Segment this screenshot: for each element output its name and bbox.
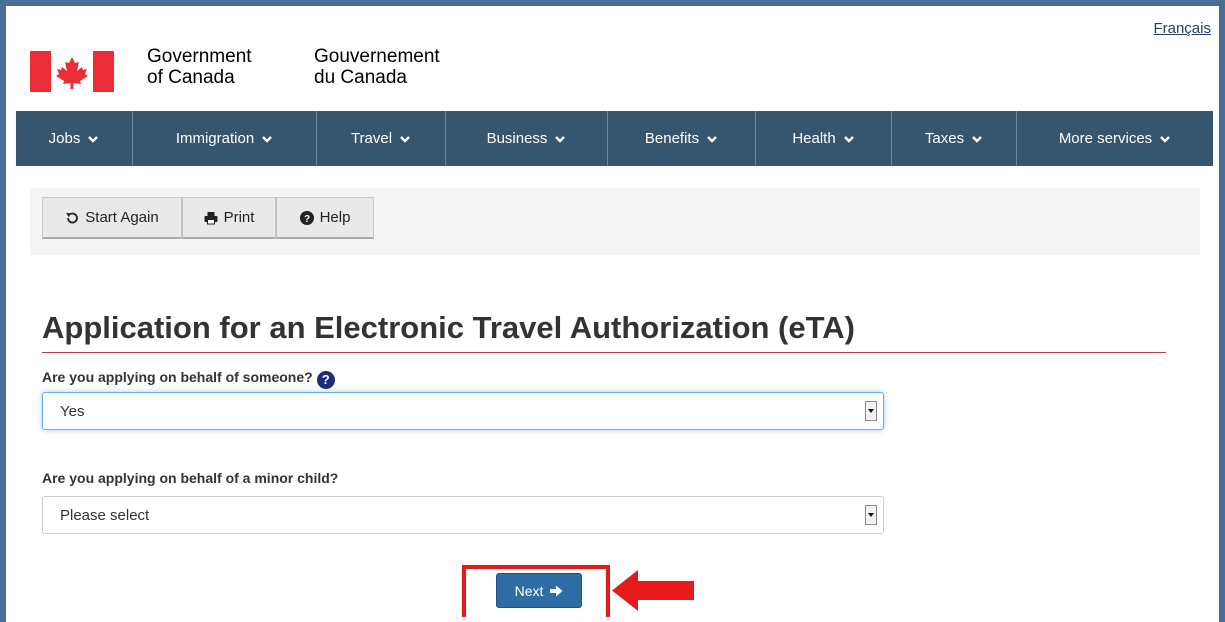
chevron-down-icon [843, 135, 854, 143]
print-button[interactable]: Print [182, 197, 276, 239]
nav-label: Immigration [175, 130, 255, 147]
start-again-button[interactable]: Start Again [42, 197, 182, 239]
nav-label: Travel [350, 130, 393, 147]
chevron-down-icon [88, 135, 99, 143]
canada-flag-logo [30, 51, 114, 92]
help-button[interactable]: ? Help [276, 197, 374, 239]
nav-item-taxes[interactable]: Taxes [892, 111, 1017, 166]
next-button[interactable]: Next [496, 573, 582, 608]
nav-label: Taxes [924, 130, 965, 147]
gov-en-line1: Government [147, 46, 252, 67]
nav-item-travel[interactable]: Travel [317, 111, 446, 166]
minor-child-label: Are you applying on behalf of a minor ch… [42, 470, 339, 486]
minor-child-value: Please select [60, 506, 150, 524]
nav-item-health[interactable]: Health [756, 111, 892, 166]
government-of-canada-wordmark-en: Government of Canada [147, 46, 252, 88]
applying-on-behalf-select[interactable]: Yes [42, 392, 884, 430]
gov-en-line2: of Canada [147, 67, 235, 88]
svg-text:?: ? [304, 214, 310, 225]
refresh-icon [66, 212, 79, 223]
arrow-right-icon [550, 585, 563, 596]
toolbar-button-group: Start Again Print ? Help [42, 197, 374, 239]
next-label: Next [514, 582, 544, 599]
chevron-down-icon [707, 135, 717, 143]
dropdown-arrow-icon[interactable] [865, 505, 877, 525]
chevron-down-icon [972, 135, 982, 143]
gov-fr-line2: du Canada [314, 67, 407, 88]
nav-label: Business [486, 130, 548, 147]
start-again-label: Start Again [85, 209, 159, 226]
title-underline-divider [42, 352, 1166, 353]
applying-on-behalf-value: Yes [60, 402, 85, 420]
language-toggle-link[interactable]: Français [1153, 20, 1211, 37]
minor-child-select[interactable]: Please select [42, 496, 884, 534]
chevron-down-icon [1160, 135, 1171, 143]
page-title: Application for an Electronic Travel Aut… [42, 310, 855, 345]
question-circle-icon: ? [299, 210, 314, 225]
government-of-canada-wordmark-fr: Gouvernement du Canada [314, 46, 440, 88]
help-tooltip-icon[interactable]: ? [316, 371, 335, 389]
chevron-down-icon [262, 135, 273, 143]
nav-item-business[interactable]: Business [446, 111, 608, 166]
gov-fr-line1: Gouvernement [314, 46, 440, 67]
nav-item-benefits[interactable]: Benefits [608, 111, 756, 166]
chevron-down-icon [555, 135, 566, 143]
main-navigation-bar: Jobs Immigration Travel Business Benefit… [16, 111, 1213, 166]
nav-label: Health [792, 130, 836, 147]
nav-label: Benefits [644, 130, 700, 147]
dropdown-arrow-icon[interactable] [865, 401, 877, 421]
applying-on-behalf-label: Are you applying on behalf of someone?? [42, 369, 335, 389]
nav-item-jobs[interactable]: Jobs [16, 111, 133, 166]
chevron-down-icon [400, 135, 410, 143]
help-label: Help [319, 209, 351, 226]
nav-item-immigration[interactable]: Immigration [133, 111, 317, 166]
pointer-arrow-icon [612, 570, 694, 611]
nav-label: Jobs [48, 130, 81, 147]
nav-label: More services [1058, 130, 1153, 147]
nav-item-more-services[interactable]: More services [1017, 111, 1213, 166]
print-label: Print [223, 209, 255, 226]
applying-on-behalf-text: Are you applying on behalf of someone? [42, 369, 313, 385]
print-icon [204, 211, 218, 224]
